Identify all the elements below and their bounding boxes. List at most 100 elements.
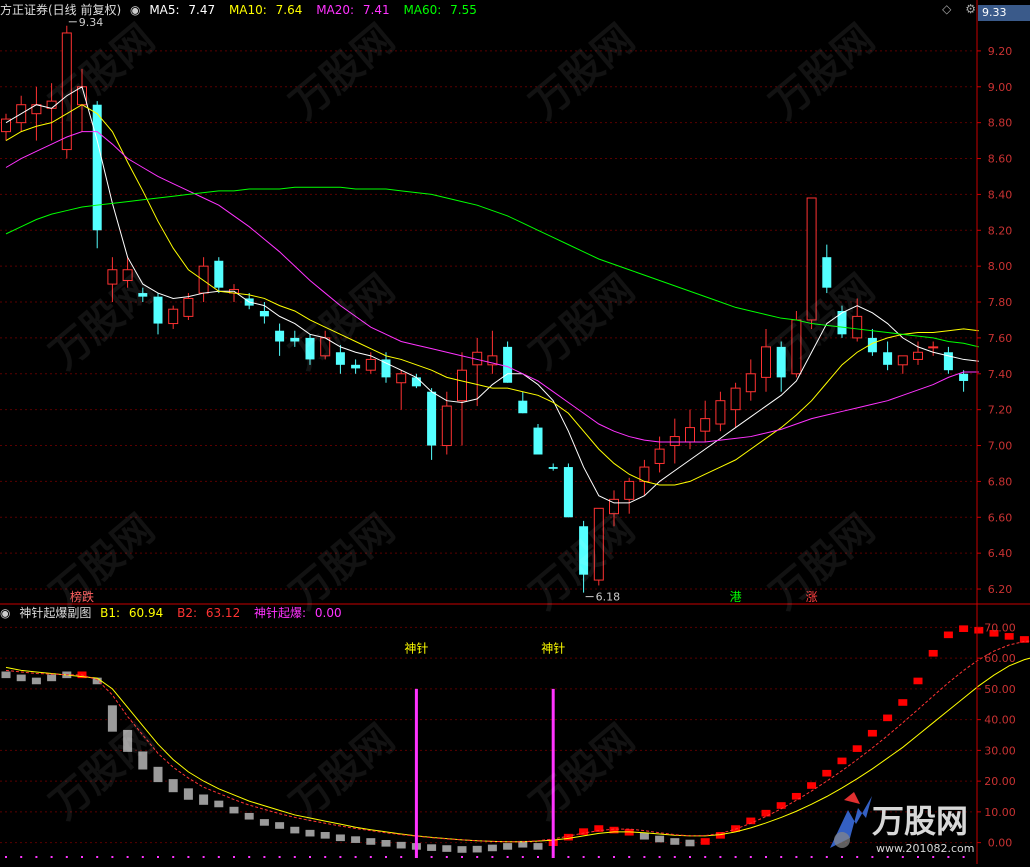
- candle: [731, 383, 740, 428]
- candle-body: [397, 374, 406, 383]
- indicator-bar: [944, 632, 953, 639]
- candle: [93, 101, 102, 248]
- logo-domain: www.201082.com: [876, 842, 974, 855]
- baseline-dot: [66, 856, 68, 858]
- candle: [625, 478, 634, 514]
- needle-label: 神针: [404, 640, 428, 655]
- y-tick-label: 7.20: [988, 404, 1013, 417]
- settings-icon[interactable]: ⚙: [965, 2, 976, 16]
- indicator-bar: [838, 758, 847, 765]
- baseline-dot: [324, 856, 326, 858]
- candle-body: [686, 428, 695, 442]
- candle: [351, 359, 360, 373]
- signal-marker: 涨: [806, 589, 818, 604]
- collapse-icon[interactable]: ◉: [0, 606, 10, 620]
- baseline-dot: [233, 856, 235, 858]
- y-tick-label: 7.60: [988, 332, 1013, 345]
- baseline-dot: [598, 856, 600, 858]
- indicator-bar: [655, 836, 664, 843]
- y-tick-label: 30.00: [984, 744, 1016, 757]
- baseline-dot: [750, 856, 752, 858]
- baseline-dot: [811, 856, 813, 858]
- candle-body: [959, 374, 968, 381]
- indicator-bar: [686, 840, 695, 847]
- indicator-bar: [488, 845, 497, 852]
- candle-body: [154, 297, 163, 324]
- y-tick-label: 40.00: [984, 714, 1016, 727]
- baseline-dot: [248, 856, 250, 858]
- ma5-label: MA5: 7.47: [149, 3, 220, 17]
- candle-body: [260, 311, 269, 316]
- candle-body: [777, 347, 786, 377]
- baseline-dot: [689, 856, 691, 858]
- candle: [138, 288, 147, 302]
- candle: [47, 83, 56, 140]
- candle-body: [716, 401, 725, 424]
- ma-line-ma60: [6, 187, 979, 347]
- candle-body: [792, 320, 801, 374]
- candle-body: [503, 347, 512, 383]
- candle-body: [382, 359, 391, 377]
- indicator-bar: [214, 801, 223, 808]
- baseline-dot: [51, 856, 53, 858]
- indicator-bar: [762, 810, 771, 817]
- candle: [397, 370, 406, 409]
- site-logo: 万股网 www.201082.com: [820, 790, 1020, 858]
- candle: [336, 345, 345, 374]
- candle-body: [321, 338, 330, 356]
- ma-line-ma5: [6, 87, 979, 503]
- candle-body: [93, 105, 102, 231]
- candle: [807, 198, 816, 329]
- candle: [275, 324, 284, 356]
- indicator-bar: [47, 675, 56, 682]
- indicator-bar: [914, 678, 923, 685]
- indicator-bar: [108, 705, 117, 731]
- candle-body: [78, 87, 87, 105]
- y-tick-label: 7.80: [988, 296, 1013, 309]
- candle-body: [275, 331, 284, 342]
- indicator-bar: [382, 840, 391, 847]
- chart-title[interactable]: 方正证券(日线 前复权): [0, 3, 121, 17]
- candle-body: [564, 467, 573, 517]
- baseline-dot: [157, 856, 159, 858]
- candle: [701, 401, 710, 442]
- indicator-bar: [275, 822, 284, 829]
- diamond-icon[interactable]: ◇: [942, 2, 951, 16]
- baseline-dot: [203, 856, 205, 858]
- sub-legend: ◉ 神针起爆副图 B1: 60.94 B2: 63.12 神针起爆: 0.00: [0, 604, 352, 622]
- sub-chart-title[interactable]: 神针起爆副图: [19, 606, 91, 620]
- indicator-bar: [17, 675, 26, 682]
- baseline-dot: [294, 856, 296, 858]
- baseline-dot: [35, 856, 37, 858]
- indicator-bar: [245, 813, 254, 820]
- indicator-bar: [807, 782, 816, 789]
- kline-chart[interactable]: 9.346.18榜跌港涨 神针神针 9.209.008.808.608.408.…: [0, 0, 1030, 864]
- indicator-bar: [290, 827, 299, 834]
- baseline-dot: [400, 856, 402, 858]
- candle: [549, 463, 558, 470]
- baseline-dot: [476, 856, 478, 858]
- candle-body: [640, 467, 649, 481]
- candle: [2, 114, 11, 141]
- indicator-bar: [822, 770, 831, 777]
- y-tick-label: 8.60: [988, 153, 1013, 166]
- candle: [427, 388, 436, 460]
- candle-body: [184, 298, 193, 316]
- indicator-bar: [397, 842, 406, 849]
- candle: [838, 306, 847, 338]
- y-tick-label: 8.20: [988, 224, 1013, 237]
- candle-body: [746, 374, 755, 392]
- candle-body: [914, 352, 923, 359]
- candle: [883, 341, 892, 370]
- baseline-dot: [704, 856, 706, 858]
- main-legend: 方正证券(日线 前复权) ◉ MA5: 7.47 MA10: 7.64 MA20…: [0, 1, 487, 19]
- y-tick-label: 60.00: [984, 652, 1016, 665]
- ma-line-ma10: [6, 105, 979, 485]
- collapse-icon[interactable]: ◉: [130, 3, 140, 17]
- signal-marker: 榜跌: [70, 589, 94, 604]
- candle-body: [549, 467, 558, 469]
- indicator-bar: [260, 819, 269, 826]
- baseline-dot: [780, 856, 782, 858]
- candle: [169, 306, 178, 329]
- candle-body: [290, 338, 299, 342]
